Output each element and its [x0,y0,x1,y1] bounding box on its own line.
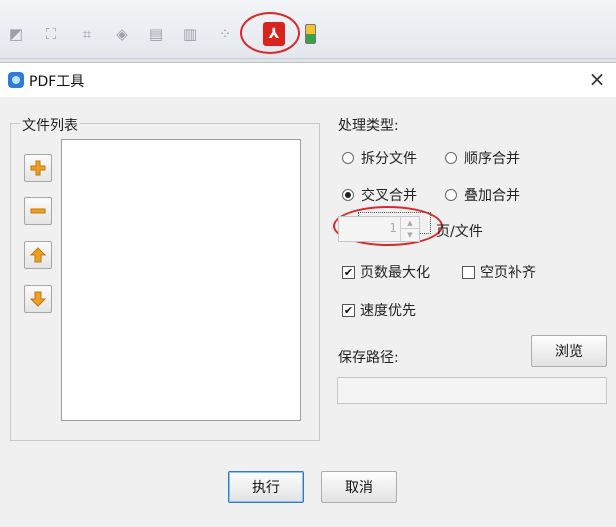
fill-blank-label[interactable]: 空页补齐 [480,262,536,282]
fill-blank-checkbox[interactable] [462,266,475,279]
chevron-up-icon[interactable]: ▲ [401,217,419,229]
radio-overlay-merge[interactable] [445,189,457,201]
dialog-body: 文件列表 处理类型: 拆分文件 顺序合并 交叉合并 叠加合并 1 ▲ ▼ 页/文… [0,97,616,527]
pdf-tool-dialog: PDF工具 × 文件列表 处理类型: 拆分文件 顺序合并 交叉合并 叠加合并 1… [0,62,616,527]
pages-per-file-stepper[interactable]: 1 ▲ ▼ [338,216,420,242]
radio-cross-merge-label[interactable]: 交叉合并 [361,185,417,205]
barcode-icon[interactable]: ▤ [146,24,166,44]
maximize-pages-label[interactable]: 页数最大化 [360,262,430,282]
add-icon [30,160,46,176]
move-down-button[interactable] [24,285,52,313]
add-file-button[interactable] [24,154,52,182]
save-path-input[interactable] [337,377,607,404]
chevron-down-icon[interactable]: ▼ [401,229,419,241]
close-icon[interactable]: × [586,68,608,90]
app-icon [8,72,24,88]
file-list-box[interactable] [61,139,301,421]
eraser-icon[interactable]: ◈ [112,24,132,44]
stepper-arrows[interactable]: ▲ ▼ [400,217,419,241]
object-icon[interactable]: ◩ [6,24,26,44]
process-type-label: 处理类型: [338,118,399,134]
dialog-titlebar[interactable]: PDF工具 × [0,63,616,97]
database-icon[interactable] [305,24,316,44]
pages-per-file-value: 1 [389,221,397,235]
move-up-icon [29,247,47,263]
select-icon[interactable]: ⛶ [41,24,61,44]
remove-file-button[interactable] [24,197,52,225]
dialog-title: PDF工具 [29,74,85,90]
pages-per-file-unit: 页/文件 [436,224,483,240]
align-icon[interactable]: ▥ [180,24,200,44]
speed-first-checkbox[interactable]: ✔ [342,304,355,317]
browse-button[interactable]: 浏览 [531,335,607,367]
radio-split-file-label[interactable]: 拆分文件 [361,148,417,168]
execute-button[interactable]: 执行 [228,471,304,503]
radio-sequential-merge[interactable] [445,152,457,164]
crop-icon[interactable]: ⌗ [77,24,97,44]
grid-icon[interactable]: ⁘ [215,24,235,44]
speed-first-label[interactable]: 速度优先 [360,300,416,320]
radio-overlay-merge-label[interactable]: 叠加合并 [464,185,520,205]
cancel-button[interactable]: 取消 [321,471,397,503]
maximize-pages-checkbox[interactable]: ✔ [342,266,355,279]
pdf-icon[interactable]: ⅄ [263,22,285,46]
radio-sequential-merge-label[interactable]: 顺序合并 [464,148,520,168]
main-toolbar: ◩ ⛶ ⌗ ◈ ▤ ▥ ⁘ ⅄ [0,0,616,59]
move-up-button[interactable] [24,241,52,269]
file-list-legend: 文件列表 [20,115,80,135]
radio-cross-merge[interactable] [342,189,354,201]
remove-icon [30,208,46,214]
radio-split-file[interactable] [342,152,354,164]
save-path-label: 保存路径: [338,350,399,366]
move-down-icon [29,291,47,307]
